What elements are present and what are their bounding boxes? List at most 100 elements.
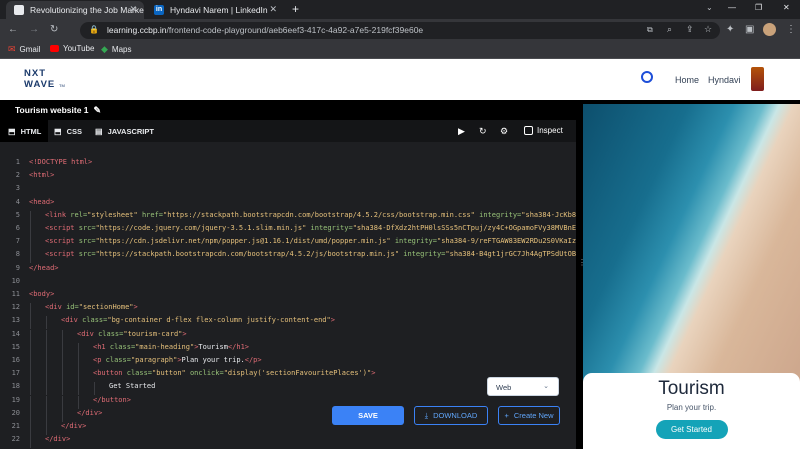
bookmark-star-icon[interactable]: ☆	[704, 24, 712, 35]
browser-tab-active[interactable]: Revolutionizing the Job Market | ✕	[6, 1, 144, 19]
code-line[interactable]: 13 <div class="bg-container d-flex flex-c…	[0, 316, 576, 330]
code-line[interactable]: 9 </head>	[0, 264, 576, 277]
code-line[interactable]: 21 </div>	[0, 422, 576, 435]
language-select[interactable]: Web ⌄	[487, 377, 559, 396]
close-tab-icon[interactable]: ✕	[129, 4, 137, 15]
code-line[interactable]: 22 </div>	[0, 435, 576, 449]
bookmark-label: YouTube	[63, 44, 95, 53]
get-started-button[interactable]: Get Started	[655, 420, 728, 439]
line-number: 19	[11, 395, 20, 404]
nxtwave-logo[interactable]: NXT WAVE TM	[24, 68, 65, 92]
code-line[interactable]: 12 <div id="sectionHome">	[0, 303, 576, 317]
extensions-icon[interactable]: ✦	[726, 23, 734, 37]
reset-icon[interactable]: ↻	[479, 125, 487, 137]
ccbp-favicon-icon	[14, 5, 24, 15]
line-number: 1	[15, 158, 20, 166]
code-line[interactable]: 10	[0, 277, 576, 290]
settings-gear-icon[interactable]: ⚙	[500, 125, 508, 137]
code-line[interactable]: 5 <link rel="stylesheet" href="https://st…	[0, 210, 576, 224]
code-text: </div>	[45, 435, 71, 444]
tab-html[interactable]: ⬒ HTML	[0, 120, 48, 142]
code-text: <head>	[29, 197, 55, 206]
indent-guide	[46, 382, 47, 396]
code-line[interactable]: 2 <html>	[0, 171, 576, 184]
forward-arrow-icon[interactable]: →	[29, 23, 39, 37]
sidebar-icon[interactable]: ▣	[745, 23, 754, 37]
plus-icon: +	[504, 411, 509, 420]
browser-tab-linkedin[interactable]: in Hyndavi Narem | LinkedIn ✕	[146, 1, 284, 19]
tab-label: JAVASCRIPT	[107, 126, 154, 136]
code-text: </div>	[61, 422, 87, 430]
line-number: 15	[11, 342, 20, 351]
code-line[interactable]: 6 <script src="https://code.jquery.com/jq…	[0, 224, 576, 237]
tab-css[interactable]: ⬒ CSS	[54, 120, 82, 142]
back-arrow-icon[interactable]: ←	[8, 23, 18, 37]
code-line[interactable]: 20 </div>	[0, 408, 576, 422]
maximize-button[interactable]: ❐	[755, 3, 762, 12]
line-number: 9	[15, 263, 20, 272]
code-text: </div>	[77, 408, 103, 417]
indent-guide	[62, 342, 63, 356]
code-line[interactable]: 11 <body>	[0, 290, 576, 303]
line-number: 14	[11, 329, 20, 338]
indent-guide	[62, 382, 63, 396]
line-number: 6	[15, 224, 20, 232]
code-line[interactable]: 16 <p class="paragraph">Plan your trip.</…	[0, 356, 576, 369]
browser-menu-icon[interactable]: ⋮	[786, 23, 796, 37]
download-button[interactable]: ⤓ DOWNLOAD	[414, 406, 488, 425]
create-new-button[interactable]: + Create New	[498, 406, 560, 425]
minimize-button[interactable]: —	[728, 3, 736, 12]
edit-pencil-icon[interactable]: ✎	[94, 105, 102, 116]
tab-search-icon[interactable]: ⌄	[706, 3, 713, 12]
tab-javascript[interactable]: ▤ JAVASCRIPT	[95, 120, 154, 142]
code-line[interactable]: 14 <div class="tourism-card">	[0, 329, 576, 343]
indent-guide	[78, 356, 79, 369]
code-text: <script src="https://code.jquery.com/jqu…	[45, 224, 576, 232]
share-icon[interactable]: ⇪	[686, 24, 694, 35]
install-app-icon[interactable]: ⧉	[647, 25, 653, 35]
new-tab-button[interactable]: +	[292, 2, 299, 16]
profile-avatar[interactable]	[763, 23, 776, 36]
indent-guide	[46, 369, 47, 383]
logo-tm: TM	[59, 83, 65, 88]
bookmark-gmail[interactable]: ✉ Gmail	[8, 44, 40, 55]
close-window-button[interactable]: ✕	[783, 3, 790, 12]
code-line[interactable]: 19 </button>	[0, 395, 576, 409]
indent-guide	[30, 382, 31, 396]
code-line[interactable]: 7 <script src="https://cdn.jsdelivr.net/n…	[0, 237, 576, 251]
chevron-down-icon: ⌄	[543, 383, 549, 390]
reload-icon[interactable]: ↻	[50, 23, 58, 37]
code-line[interactable]: 8 <script src="https://stackpath.bootstra…	[0, 250, 576, 264]
code-line[interactable]: 4 <head>	[0, 198, 576, 211]
panel-resize-handle[interactable]: ⋮	[576, 100, 586, 449]
user-avatar[interactable]	[751, 67, 764, 91]
output-preview: Tourism Plan your trip. Get Started	[583, 100, 800, 449]
bookmark-maps[interactable]: ◆ Maps	[101, 44, 131, 55]
code-text: <script src="https://stackpath.bootstrap…	[45, 250, 576, 259]
save-button[interactable]: SAVE	[332, 406, 404, 425]
indent-guide	[62, 369, 63, 383]
code-area[interactable]: 1 <!DOCTYPE html> 2 <html> 3 4 <head> 5 <link re…	[0, 158, 576, 449]
timer-icon[interactable]	[641, 71, 653, 83]
nav-user-name[interactable]: Hyndavi	[708, 75, 741, 85]
code-line[interactable]: 15 <h1 class="main-heading">Tourism</h1>	[0, 342, 576, 356]
line-number: 10	[11, 276, 20, 285]
indent-guide	[46, 422, 47, 435]
code-text: <button class="button" onclick="display(…	[93, 369, 376, 378]
indent-guide	[30, 303, 31, 317]
run-play-icon[interactable]: ▶	[458, 125, 465, 137]
line-number: 17	[11, 369, 20, 378]
address-bar[interactable]: 🔒 learning.ccbp.in/frontend-code-playgro…	[80, 22, 720, 39]
bookmark-youtube[interactable]: YouTube	[50, 44, 94, 53]
line-number: 4	[15, 197, 20, 206]
close-tab-icon[interactable]: ✕	[269, 4, 277, 15]
nav-home-link[interactable]: Home	[675, 75, 699, 85]
code-line[interactable]: 1 <!DOCTYPE html>	[0, 158, 576, 171]
zoom-icon[interactable]: ⌕	[667, 24, 672, 35]
indent-guide	[30, 250, 31, 264]
code-text: <link rel="stylesheet" href="https://sta…	[45, 210, 576, 219]
code-line[interactable]: 3	[0, 184, 576, 197]
indent-guide	[30, 329, 31, 343]
inspect-checkbox[interactable]	[524, 126, 533, 135]
code-text: Get Started	[109, 382, 156, 391]
